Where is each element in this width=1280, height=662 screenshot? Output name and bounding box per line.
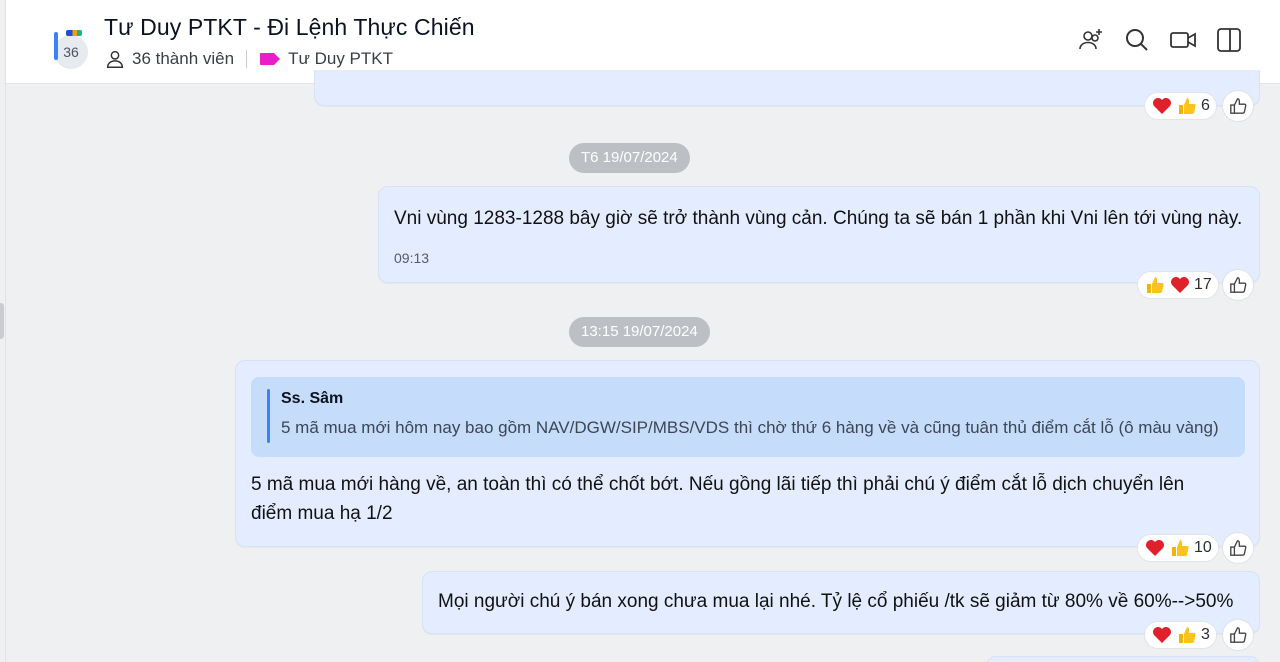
header-actions bbox=[1068, 24, 1252, 56]
heart-icon bbox=[1144, 537, 1166, 559]
like-outline-icon bbox=[1230, 98, 1247, 114]
reaction-count: 3 bbox=[1201, 626, 1210, 643]
react-button[interactable] bbox=[1222, 269, 1254, 301]
quoted-message[interactable]: Ss. Sâm 5 mã mua mới hôm nay bao gồm NAV… bbox=[251, 377, 1245, 457]
quote-text: 5 mã mua mới hôm nay bao gồm NAV/DGW/SIP… bbox=[281, 418, 1219, 437]
reaction-summary[interactable]: 17 bbox=[1137, 271, 1219, 299]
quote-author: Ss. Sâm bbox=[281, 390, 344, 407]
search-icon bbox=[1126, 29, 1148, 51]
group-meta: 36 thành viên Tư Duy PTKT bbox=[104, 47, 393, 71]
thumbs-up-icon bbox=[1169, 537, 1191, 559]
like-outline-icon bbox=[1230, 540, 1247, 556]
group-title[interactable]: Tư Duy PTKT - Đi Lệnh Thực Chiến bbox=[104, 14, 475, 41]
quote-bar bbox=[267, 389, 270, 443]
reaction-summary[interactable]: 3 bbox=[1144, 621, 1217, 649]
sidebar-toggle-button[interactable] bbox=[1206, 24, 1252, 56]
resize-handle[interactable] bbox=[0, 303, 4, 339]
label-tag-icon bbox=[260, 53, 281, 65]
react-button[interactable] bbox=[1222, 619, 1254, 651]
video-call-icon bbox=[1170, 32, 1196, 48]
message-text-line-1: 5 mã mua mới hàng về, an toàn thì có thể… bbox=[251, 474, 1185, 495]
heart-icon bbox=[1151, 95, 1173, 117]
react-button[interactable] bbox=[1222, 90, 1254, 122]
thumbs-up-icon bbox=[1176, 624, 1198, 646]
message-bubble[interactable]: Vni vùng 1283-1288 bây giờ sẽ trở thành … bbox=[378, 186, 1260, 283]
message-bubble-partial[interactable] bbox=[986, 656, 1260, 662]
avatar-count: 36 bbox=[63, 44, 79, 60]
sidebar-toggle-icon bbox=[1217, 28, 1241, 52]
add-member-icon bbox=[1079, 29, 1102, 50]
members-icon[interactable] bbox=[104, 48, 126, 70]
like-outline-icon bbox=[1230, 277, 1247, 293]
reaction-summary[interactable]: 10 bbox=[1137, 534, 1219, 562]
message-text: Mọi người chú ý bán xong chưa mua lại nh… bbox=[438, 591, 1234, 612]
search-button[interactable] bbox=[1114, 24, 1160, 56]
message-bubble[interactable]: Ss. Sâm 5 mã mua mới hôm nay bao gồm NAV… bbox=[235, 360, 1260, 547]
date-separator: 13:15 19/07/2024 bbox=[569, 317, 710, 347]
reaction-count: 17 bbox=[1194, 276, 1212, 293]
group-avatar[interactable]: 36 bbox=[52, 30, 94, 72]
reaction-count: 10 bbox=[1194, 539, 1212, 556]
react-button[interactable] bbox=[1222, 532, 1254, 564]
members-count-label[interactable]: 36 thành viên bbox=[132, 49, 234, 69]
message-bubble-partial[interactable] bbox=[314, 70, 1260, 106]
heart-icon bbox=[1169, 274, 1191, 296]
reaction-count: 6 bbox=[1201, 97, 1210, 114]
meta-divider bbox=[246, 50, 248, 68]
message-time: 09:13 bbox=[394, 250, 430, 266]
thumbs-up-icon bbox=[1144, 274, 1166, 296]
message-text-line-2: điểm mua hạ 1/2 bbox=[251, 503, 393, 524]
reaction-summary[interactable]: 6 bbox=[1144, 92, 1217, 120]
video-call-button[interactable] bbox=[1160, 24, 1206, 56]
add-member-button[interactable] bbox=[1068, 24, 1114, 56]
left-panel-edge bbox=[0, 0, 6, 662]
label-tag-text[interactable]: Tư Duy PTKT bbox=[288, 49, 393, 69]
heart-icon bbox=[1151, 624, 1173, 646]
like-outline-icon bbox=[1230, 627, 1247, 643]
message-bubble[interactable]: Mọi người chú ý bán xong chưa mua lại nh… bbox=[422, 571, 1260, 634]
thumbs-up-icon bbox=[1176, 95, 1198, 117]
message-text: Vni vùng 1283-1288 bây giờ sẽ trở thành … bbox=[394, 208, 1243, 229]
date-separator: T6 19/07/2024 bbox=[569, 143, 690, 173]
